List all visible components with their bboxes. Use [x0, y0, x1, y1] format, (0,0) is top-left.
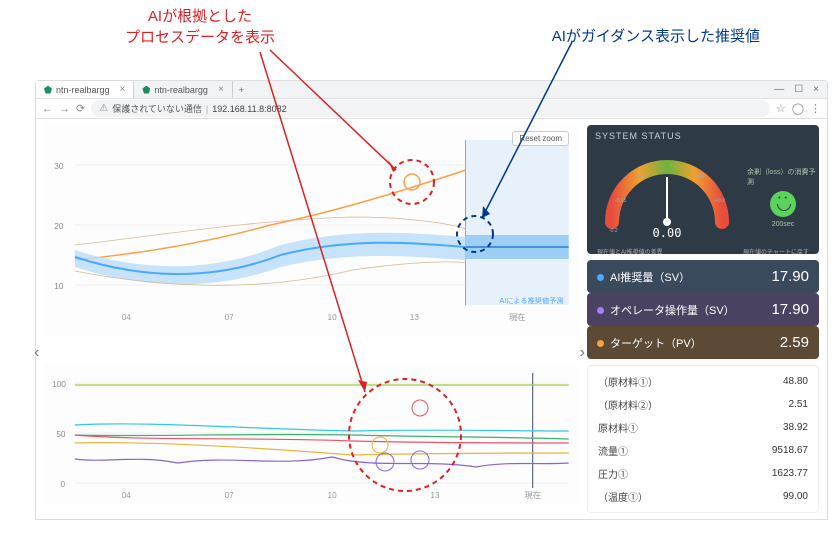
- svg-text:現在: 現在: [524, 490, 540, 500]
- sensor-label: 圧力①: [598, 470, 628, 481]
- svg-text:10: 10: [327, 313, 337, 322]
- svg-text:07: 07: [225, 313, 235, 322]
- svg-text:13: 13: [430, 491, 440, 500]
- svg-text:50: 50: [56, 430, 66, 439]
- new-tab-button[interactable]: +: [233, 85, 250, 95]
- metric-row[interactable]: AI推奨量（SV） 17.90: [587, 260, 819, 293]
- svg-text:現在: 現在: [509, 312, 525, 322]
- svg-text:20: 20: [54, 222, 64, 231]
- main-chart[interactable]: Reset zoom 30 20 10: [44, 125, 579, 335]
- sensor-value: 1623.77: [772, 468, 808, 479]
- series-dot-icon: [597, 274, 604, 281]
- svg-text:04: 04: [122, 313, 132, 322]
- browser-tab-active[interactable]: ntn-realbargg ×: [36, 81, 134, 98]
- metric-value: 17.90: [771, 301, 809, 318]
- browser-addressbar: ← → ⟳ ⚠ 保護されていない通信 | 192.168.11.8:8082 ☆…: [36, 99, 827, 119]
- url-warning: 保護されていない通信: [112, 102, 202, 115]
- window-close-icon[interactable]: ×: [813, 84, 819, 95]
- smiley-icon: [770, 191, 796, 217]
- svg-text:-0.2: -0.2: [609, 228, 618, 234]
- svg-text:100: 100: [52, 380, 66, 389]
- sensor-label: （温度①）: [598, 493, 648, 504]
- annotation-right: AIがガイダンス表示した推奨値: [552, 25, 760, 46]
- window-max-icon[interactable]: ☐: [794, 84, 803, 95]
- close-tab-icon[interactable]: ×: [120, 84, 126, 95]
- sensor-value: 48.80: [783, 376, 808, 387]
- svg-text:+0.2: +0.2: [715, 198, 725, 204]
- chart-next-button[interactable]: ›: [580, 344, 585, 362]
- reload-icon[interactable]: ⟳: [76, 102, 85, 115]
- sensor-label: （原材料②）: [598, 401, 658, 412]
- process-chart[interactable]: 100 50 0 04: [44, 363, 579, 503]
- sensor-row[interactable]: 圧力① 1623.77: [588, 462, 818, 485]
- reset-zoom-button[interactable]: Reset zoom: [512, 131, 569, 146]
- favicon-icon: [142, 86, 150, 94]
- svg-text:04: 04: [122, 491, 132, 500]
- sensor-row[interactable]: （原材料①） 48.80: [588, 370, 818, 393]
- gauge-right-label[interactable]: 現在値のチャートに戻す: [743, 247, 809, 254]
- svg-text:10: 10: [54, 282, 64, 291]
- window-min-icon[interactable]: —: [774, 84, 784, 95]
- annotation-left: AIが根拠としたプロセスデータを表示: [125, 5, 275, 47]
- sensor-row[interactable]: （原材料②） 2.51: [588, 393, 818, 416]
- browser-tab-inactive[interactable]: ntn-realbargg ×: [134, 81, 232, 98]
- svg-text:30: 30: [54, 162, 64, 171]
- metric-row[interactable]: ターゲット（PV） 2.59: [587, 326, 819, 359]
- tab-title: ntn-realbargg: [154, 85, 208, 95]
- sensor-value: 38.92: [783, 422, 808, 433]
- browser-window: ntn-realbargg × ntn-realbargg × + — ☐ × …: [35, 80, 828, 520]
- gauge-side-value: 200sec: [772, 221, 795, 228]
- profile-icon[interactable]: ◯: [792, 102, 804, 115]
- svg-text:07: 07: [225, 491, 235, 500]
- url-text: 192.168.11.8:8082: [212, 104, 286, 114]
- sensor-row[interactable]: 原材料① 38.92: [588, 416, 818, 439]
- browser-tabstrip: ntn-realbargg × ntn-realbargg × + — ☐ ×: [36, 81, 827, 99]
- gauge-chart: -0.2 -0.15 -0.07 +0.15 +0.2 0.00: [587, 147, 747, 247]
- series-dot-icon: [597, 340, 604, 347]
- sensor-label: 原材料①: [598, 424, 638, 435]
- svg-text:0.00: 0.00: [653, 226, 682, 240]
- metric-label: AI推奨量（SV）: [610, 272, 690, 284]
- url-field[interactable]: ⚠ 保護されていない通信 | 192.168.11.8:8082: [91, 100, 770, 117]
- sensor-label: （原材料①）: [598, 378, 658, 389]
- metric-row[interactable]: オペレータ操作量（SV） 17.90: [587, 293, 819, 326]
- svg-text:-0.15: -0.15: [615, 198, 627, 204]
- svg-text:AIによる推奨値予測: AIによる推奨値予測: [499, 296, 563, 305]
- gauge-side-label: 余剰（loss）の消費予測: [747, 167, 819, 187]
- svg-text:0: 0: [60, 480, 65, 489]
- svg-text:+0.15: +0.15: [692, 173, 705, 179]
- svg-text:13: 13: [410, 313, 420, 322]
- sensor-row[interactable]: 流量① 9518.67: [588, 439, 818, 462]
- chart-prev-button[interactable]: ‹: [34, 344, 39, 362]
- tab-title: ntn-realbargg: [56, 85, 110, 95]
- metric-label: オペレータ操作量（SV）: [610, 305, 735, 317]
- svg-text:-0.07: -0.07: [635, 173, 647, 179]
- metric-label: ターゲット（PV）: [610, 338, 702, 350]
- close-tab-icon[interactable]: ×: [218, 84, 224, 95]
- sensor-value: 2.51: [789, 399, 808, 410]
- sensor-list: （原材料①） 48.80 （原材料②） 2.51 原材料① 38.92 流量① 9518.67…: [587, 365, 819, 513]
- forward-icon[interactable]: →: [59, 103, 70, 115]
- series-dot-icon: [597, 307, 604, 314]
- star-icon[interactable]: ☆: [776, 102, 786, 115]
- sensor-label: 流量①: [598, 447, 628, 458]
- svg-text:10: 10: [327, 491, 337, 500]
- metric-value: 2.59: [780, 334, 809, 351]
- sensor-row[interactable]: （温度①） 99.00: [588, 485, 818, 508]
- back-icon[interactable]: ←: [42, 103, 53, 115]
- metric-value: 17.90: [771, 268, 809, 285]
- gauge-left-label: 現在値とAI推奨値の差異: [597, 247, 663, 254]
- favicon-icon: [44, 86, 52, 94]
- system-status-panel: SYSTEM STATUS -0.2: [587, 125, 819, 254]
- insecure-icon: ⚠: [99, 103, 108, 114]
- sensor-value: 9518.67: [772, 445, 808, 456]
- menu-icon[interactable]: ⋮: [810, 102, 821, 115]
- panel-title: SYSTEM STATUS: [587, 125, 819, 147]
- sensor-value: 99.00: [783, 491, 808, 502]
